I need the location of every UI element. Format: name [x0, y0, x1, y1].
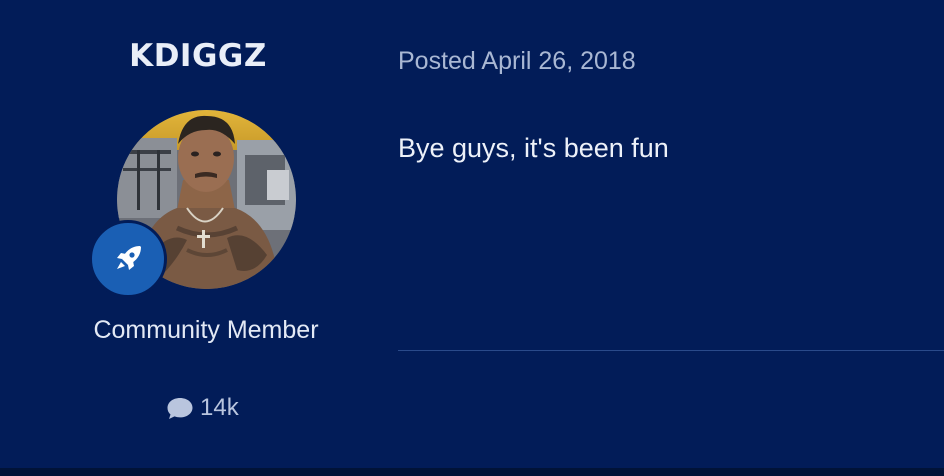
member-rank-badge[interactable]: [89, 220, 167, 298]
post-meta: Posted April 26, 2018: [398, 47, 636, 76]
member-title: Community Member: [93, 316, 319, 344]
section-divider-bar: [0, 468, 944, 476]
speech-bubble-icon: [167, 398, 193, 419]
post-author-panel: KDIGGZ Community Member 14k: [0, 0, 412, 468]
posted-label: Posted: [398, 47, 476, 75]
post-body: Bye guys, it's been fun: [398, 133, 669, 163]
post-divider: [398, 350, 944, 351]
author-username[interactable]: KDIGGZ: [0, 38, 396, 74]
forum-post: KDIGGZ Community Member 14k Posted April…: [0, 0, 944, 468]
post-content: Posted April 26, 2018 Bye guys, it's bee…: [398, 0, 944, 468]
rocket-icon: [117, 246, 141, 270]
post-count: 14k: [200, 394, 239, 421]
post-count-stat: 14k: [166, 394, 239, 422]
posted-date[interactable]: April 26, 2018: [481, 47, 635, 75]
